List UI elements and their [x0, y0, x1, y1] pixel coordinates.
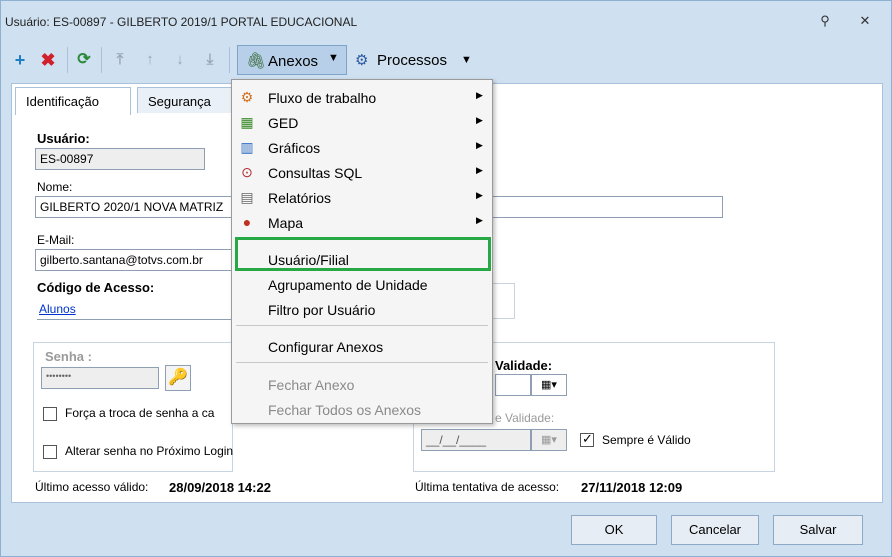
move-last-icon[interactable]: ⤓ — [199, 49, 221, 71]
submenu-arrow-icon: ▶ — [476, 140, 483, 150]
validade-label: Validade: — [495, 358, 553, 373]
menu-item-fluxo-trabalho[interactable]: ⚙ Fluxo de trabalho ▶ — [232, 86, 492, 110]
menu-item-label: Fluxo de trabalho — [268, 90, 377, 106]
menu-item-mapa[interactable]: ● Mapa ▶ — [232, 211, 492, 235]
menu-item-label: Agrupamento de Unidade — [268, 277, 428, 293]
toolbar: + ✖ ⟳ ⤒ ↑ ↓ ⤓ 🖇 Anexos ▼ ⚙ Processos ▼ — [3, 41, 889, 79]
submenu-arrow-icon: ▶ — [476, 190, 483, 200]
anexos-button[interactable]: 🖇 Anexos ▼ — [237, 45, 347, 75]
toolbar-separator — [229, 47, 230, 73]
codigo-acesso-link[interactable]: Alunos — [39, 302, 76, 316]
refresh-icon[interactable]: ⟳ — [73, 49, 95, 71]
map-pin-icon: ● — [242, 214, 252, 230]
calendar-icon: ▦▾ — [541, 379, 557, 391]
chevron-down-icon[interactable]: ▼ — [328, 52, 339, 64]
validade2-label: e Validade: — [495, 411, 555, 425]
title-bar: Usuário: ES-00897 - GILBERTO 2019/1 PORT… — [1, 1, 891, 41]
menu-item-fechar-anexo: Fechar Anexo — [232, 373, 492, 397]
sempre-valido-checkbox[interactable]: ✓ — [580, 431, 594, 447]
save-button[interactable]: Salvar — [773, 515, 863, 545]
submenu-arrow-icon: ▶ — [476, 115, 483, 125]
menu-item-label: Configurar Anexos — [268, 339, 384, 355]
menu-item-label: Mapa — [268, 215, 304, 231]
alterar-senha-checkbox[interactable] — [43, 445, 57, 459]
ultimo-acesso-value: 28/09/2018 14:22 — [169, 480, 271, 495]
checkmark-icon: ✓ — [582, 431, 593, 446]
senha-label: Senha : — [45, 349, 92, 364]
move-down-icon[interactable]: ↓ — [169, 49, 191, 71]
calendar-icon: ▦▾ — [541, 434, 557, 446]
key-icon[interactable]: 🔑 — [165, 365, 191, 391]
menu-item-fechar-todos-anexos: Fechar Todos os Anexos — [232, 398, 492, 422]
alterar-senha-label: Alterar senha no Próximo Login — [65, 444, 234, 458]
sql-query-icon: ⊙ — [241, 164, 253, 180]
gear-icon: ⚙ — [355, 52, 369, 69]
highlight-box — [235, 237, 491, 271]
menu-item-filtro-usuario[interactable]: Filtro por Usuário — [232, 298, 492, 322]
toolbar-separator — [101, 47, 102, 73]
validade-date-field[interactable] — [495, 374, 531, 396]
cancel-button[interactable]: Cancelar — [671, 515, 759, 545]
menu-item-graficos[interactable]: ▥ Gráficos ▶ — [232, 136, 492, 160]
menu-separator — [236, 362, 488, 363]
ok-button[interactable]: OK — [571, 515, 657, 545]
sempre-valido-label: Sempre é Válido — [602, 433, 691, 447]
chart-icon: ▥ — [240, 139, 254, 155]
paperclip-icon: 🖇 — [246, 53, 267, 70]
menu-item-configurar-anexos[interactable]: Configurar Anexos — [232, 335, 492, 359]
menu-item-label: Filtro por Usuário — [268, 302, 376, 318]
nome-label: Nome: — [37, 180, 73, 194]
submenu-arrow-icon: ▶ — [476, 90, 483, 100]
menu-item-label: Consultas SQL — [268, 165, 363, 181]
usuario-field[interactable]: ES-00897 — [35, 148, 205, 170]
email-label: E-Mail: — [37, 233, 75, 247]
toolbar-separator — [67, 47, 68, 73]
calendar-dropdown-button[interactable]: ▦▾ — [531, 374, 567, 396]
ultima-tentativa-label: Última tentativa de acesso: — [415, 480, 560, 494]
tab-label: Identificação — [26, 94, 99, 109]
menu-item-label: Relatórios — [268, 190, 332, 206]
add-icon[interactable]: + — [9, 49, 31, 71]
ged-icon: ▦ — [240, 114, 254, 130]
menu-item-relatorios[interactable]: ▤ Relatórios ▶ — [232, 186, 492, 210]
calendar-dropdown-button[interactable]: ▦▾ — [531, 429, 567, 451]
validade2-date-field[interactable]: __/__/____ — [421, 429, 531, 451]
tab-seguranca[interactable]: Segurança — [137, 87, 233, 113]
menu-item-label: Gráficos — [268, 140, 321, 156]
ultimo-acesso-label: Último acesso válido: — [35, 480, 149, 494]
delete-icon[interactable]: ✖ — [37, 49, 59, 71]
chevron-down-icon[interactable]: ▼ — [461, 54, 472, 66]
move-first-icon[interactable]: ⤒ — [109, 49, 131, 71]
move-up-icon[interactable]: ↑ — [139, 49, 161, 71]
codigo-acesso-label: Código de Acesso: — [37, 280, 155, 295]
submenu-arrow-icon: ▶ — [476, 215, 483, 225]
processos-button[interactable]: Processos — [377, 52, 447, 69]
email-field[interactable]: gilberto.santana@totvs.com.br — [35, 249, 235, 271]
report-icon: ▤ — [240, 189, 254, 205]
tab-label: Segurança — [148, 94, 211, 109]
menu-item-consultas-sql[interactable]: ⊙ Consultas SQL ▶ — [232, 161, 492, 185]
menu-item-label: Fechar Anexo — [268, 377, 355, 393]
tab-identificacao[interactable]: Identificação — [15, 87, 131, 115]
menu-item-label: Fechar Todos os Anexos — [268, 402, 422, 418]
pin-icon[interactable]: ⚲ — [817, 13, 833, 29]
divider — [37, 319, 237, 320]
workflow-icon: ⚙ — [240, 89, 254, 105]
window: Usuário: ES-00897 - GILBERTO 2019/1 PORT… — [0, 0, 892, 557]
forca-troca-checkbox[interactable] — [43, 407, 57, 421]
close-icon[interactable]: ✕ — [857, 13, 873, 29]
menu-item-ged[interactable]: ▦ GED ▶ — [232, 111, 492, 135]
ultima-tentativa-value: 27/11/2018 12:09 — [581, 480, 683, 495]
window-title: Usuário: ES-00897 - GILBERTO 2019/1 PORT… — [5, 15, 358, 29]
submenu-arrow-icon: ▶ — [476, 165, 483, 175]
menu-separator — [236, 325, 488, 326]
menu-item-agrupamento-unidade[interactable]: Agrupamento de Unidade — [232, 273, 492, 297]
forca-troca-label: Força a troca de senha a ca — [65, 406, 215, 420]
usuario-label: Usuário: — [37, 131, 90, 146]
anexos-label: Anexos — [268, 53, 319, 70]
senha-field[interactable]: •••••••• — [41, 367, 159, 389]
menu-item-label: GED — [268, 115, 299, 131]
